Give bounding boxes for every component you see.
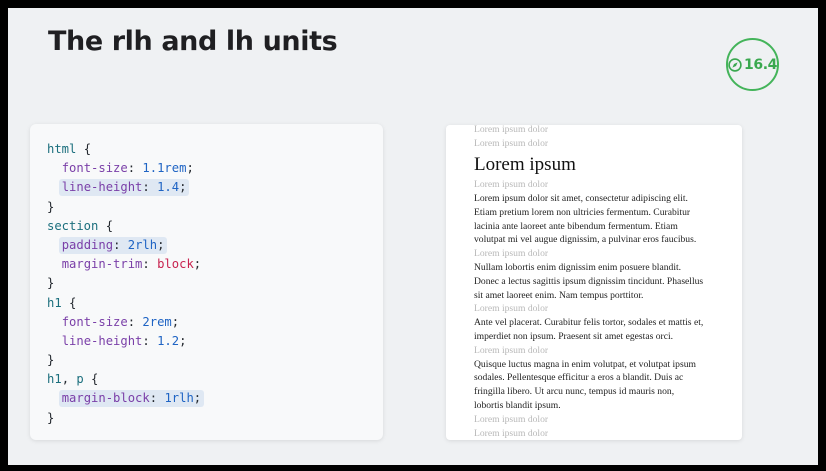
code-property: margin-block (61, 391, 150, 406)
code-punctuation: ; (179, 333, 187, 348)
preview-paragraph-line: Nullam lobortis enim dignissim enim posu… (474, 261, 682, 273)
code-punctuation: } (47, 410, 55, 425)
code-highlight: padding: 2rlh; (58, 236, 168, 254)
preview-paragraph-line: Lorem ipsum dolor sit amet, consectetur … (474, 192, 688, 204)
preview-paragraph-line: imperdiet non ipsum. Praesent sit amet e… (474, 330, 674, 342)
code-line: html { (47, 140, 383, 159)
code-punctuation: : (142, 180, 158, 195)
code-line: h1 { (47, 294, 383, 313)
code-value: 2rlh (127, 237, 158, 252)
code-keyword: block (157, 257, 194, 272)
code-selector: section (47, 218, 99, 233)
code-punctuation: : (142, 257, 158, 272)
code-value: 1.2 (157, 333, 180, 348)
code-property: font-size (61, 314, 128, 329)
code-highlight: line-height: 1.4; (58, 179, 190, 197)
preview-paragraph-line: fringilla libero. Ut arcu nunc, tempus i… (474, 386, 675, 398)
code-punctuation: ; (193, 391, 202, 406)
code-value: 2rem (142, 314, 172, 329)
code-property: line-height (61, 333, 143, 348)
code-line: font-size: 2rem; (47, 313, 383, 332)
code-selector: h1 (47, 372, 62, 387)
preview-margin-ghost: Lorem ipsum dolor (474, 427, 549, 439)
preview-paragraph: Lorem ipsum dolor sit amet, consectetur … (474, 192, 719, 247)
code-value: 1rlh (164, 391, 194, 406)
code-selector: p (76, 372, 84, 387)
code-property: font-size (61, 161, 128, 176)
code-punctuation: { (76, 142, 92, 156)
code-property: margin-trim (61, 257, 143, 272)
code-punctuation: { (61, 295, 77, 310)
code-line: margin-trim: block; (47, 255, 383, 274)
code-line: } (47, 351, 383, 370)
code-punctuation: ; (193, 257, 202, 272)
preview-paragraph-line: Quisque luctus magna in enim volutpat, e… (474, 358, 696, 370)
safari-compass-icon (728, 57, 742, 72)
preview-panel: Lorem ipsum dolor Lorem ipsum dolor Lorem … (446, 125, 742, 440)
safari-version: 16.4 (744, 56, 777, 73)
code-property: padding (61, 237, 114, 252)
code-punctuation: { (98, 218, 114, 233)
code-line: h1, p { (47, 370, 383, 389)
preview-paragraph: Ante vel placerat. Curabitur felis torto… (474, 316, 719, 344)
preview-margin-ghost: Lorem ipsum dolor (474, 303, 549, 315)
code-selector: html (47, 142, 77, 156)
code-punctuation: : (113, 237, 128, 252)
code-line: section { (47, 217, 383, 236)
code-line: line-height: 1.2; (47, 332, 383, 351)
code-punctuation: } (47, 353, 55, 368)
code-punctuation: : (127, 161, 143, 176)
code-punctuation: ; (157, 237, 165, 252)
code-line: font-size: 1.1rem; (47, 159, 383, 178)
code-punctuation: , (61, 372, 77, 387)
code-property: line-height (61, 180, 143, 195)
safari-version-badge: 16.4 (726, 38, 779, 91)
preview-paragraph-line: Donec a lectus sagittis ipsum dignissim … (474, 275, 704, 287)
code-value: 1.4 (157, 180, 180, 195)
code-punctuation: : (142, 333, 158, 348)
preview-paragraph-line: lacinia ante laoreet ante bibendum ferme… (474, 220, 678, 232)
slide-title: The rlh and lh units (48, 26, 338, 57)
code-line: line-height: 1.4; (47, 178, 383, 197)
preview-paragraph-line: Ante vel placerat. Curabitur felis torto… (474, 317, 704, 329)
preview-paragraph-line: volutpat mi vel augue dignissim, a pulvi… (474, 234, 697, 246)
slide: The rlh and lh units 16.4 html { font-si… (8, 8, 818, 465)
preview-paragraph: Quisque luctus magna in enim volutpat, e… (474, 358, 719, 413)
preview-margin-ghost: Lorem ipsum dolor (474, 344, 549, 356)
code-line: } (47, 198, 383, 217)
preview-content: Lorem ipsum dolor Lorem ipsum dolor Lorem … (474, 125, 742, 440)
preview-margin-ghost: Lorem ipsum dolor (474, 413, 549, 425)
preview-margin-ghost: Lorem ipsum dolor (474, 125, 549, 135)
code-punctuation: ; (171, 314, 180, 329)
code-punctuation: : (127, 314, 143, 329)
preview-paragraph: Nullam lobortis enim dignissim enim posu… (474, 261, 719, 302)
code-line: padding: 2rlh; (47, 236, 383, 255)
code-punctuation: ; (179, 180, 187, 195)
code-value: 1.1rem (142, 161, 187, 176)
code-panel: html { font-size: 1.1rem; line-height: 1… (30, 124, 383, 440)
preview-paragraph-line: sodales. Pellentesque efficitur a eros a… (474, 372, 684, 384)
code-highlight: margin-block: 1rlh; (58, 390, 205, 408)
preview-margin-ghost: Lorem ipsum dolor (474, 179, 549, 191)
code-punctuation: } (47, 199, 55, 214)
code-punctuation: : (149, 391, 165, 406)
preview-margin-ghost: Lorem ipsum dolor (474, 248, 549, 260)
code-punctuation: } (47, 276, 55, 291)
code-block: html { font-size: 1.1rem; line-height: 1… (47, 140, 383, 428)
code-punctuation: ; (186, 161, 194, 176)
preview-paragraph-line: sit amet laoreet enim. Nam tempus portti… (474, 289, 644, 301)
code-punctuation: { (83, 372, 99, 387)
preview-margin-ghost: Lorem ipsum dolor (474, 137, 549, 149)
preview-heading: Lorem ipsum (474, 153, 576, 175)
code-selector: h1 (47, 295, 62, 310)
code-line: } (47, 409, 383, 428)
code-line: margin-block: 1rlh; (47, 389, 383, 408)
code-line: } (47, 274, 383, 293)
preview-paragraph-line: lobortis blandit ipsum. (474, 399, 561, 411)
preview-paragraph-line: Etiam pretium lorem non ultricies fermen… (474, 206, 691, 218)
